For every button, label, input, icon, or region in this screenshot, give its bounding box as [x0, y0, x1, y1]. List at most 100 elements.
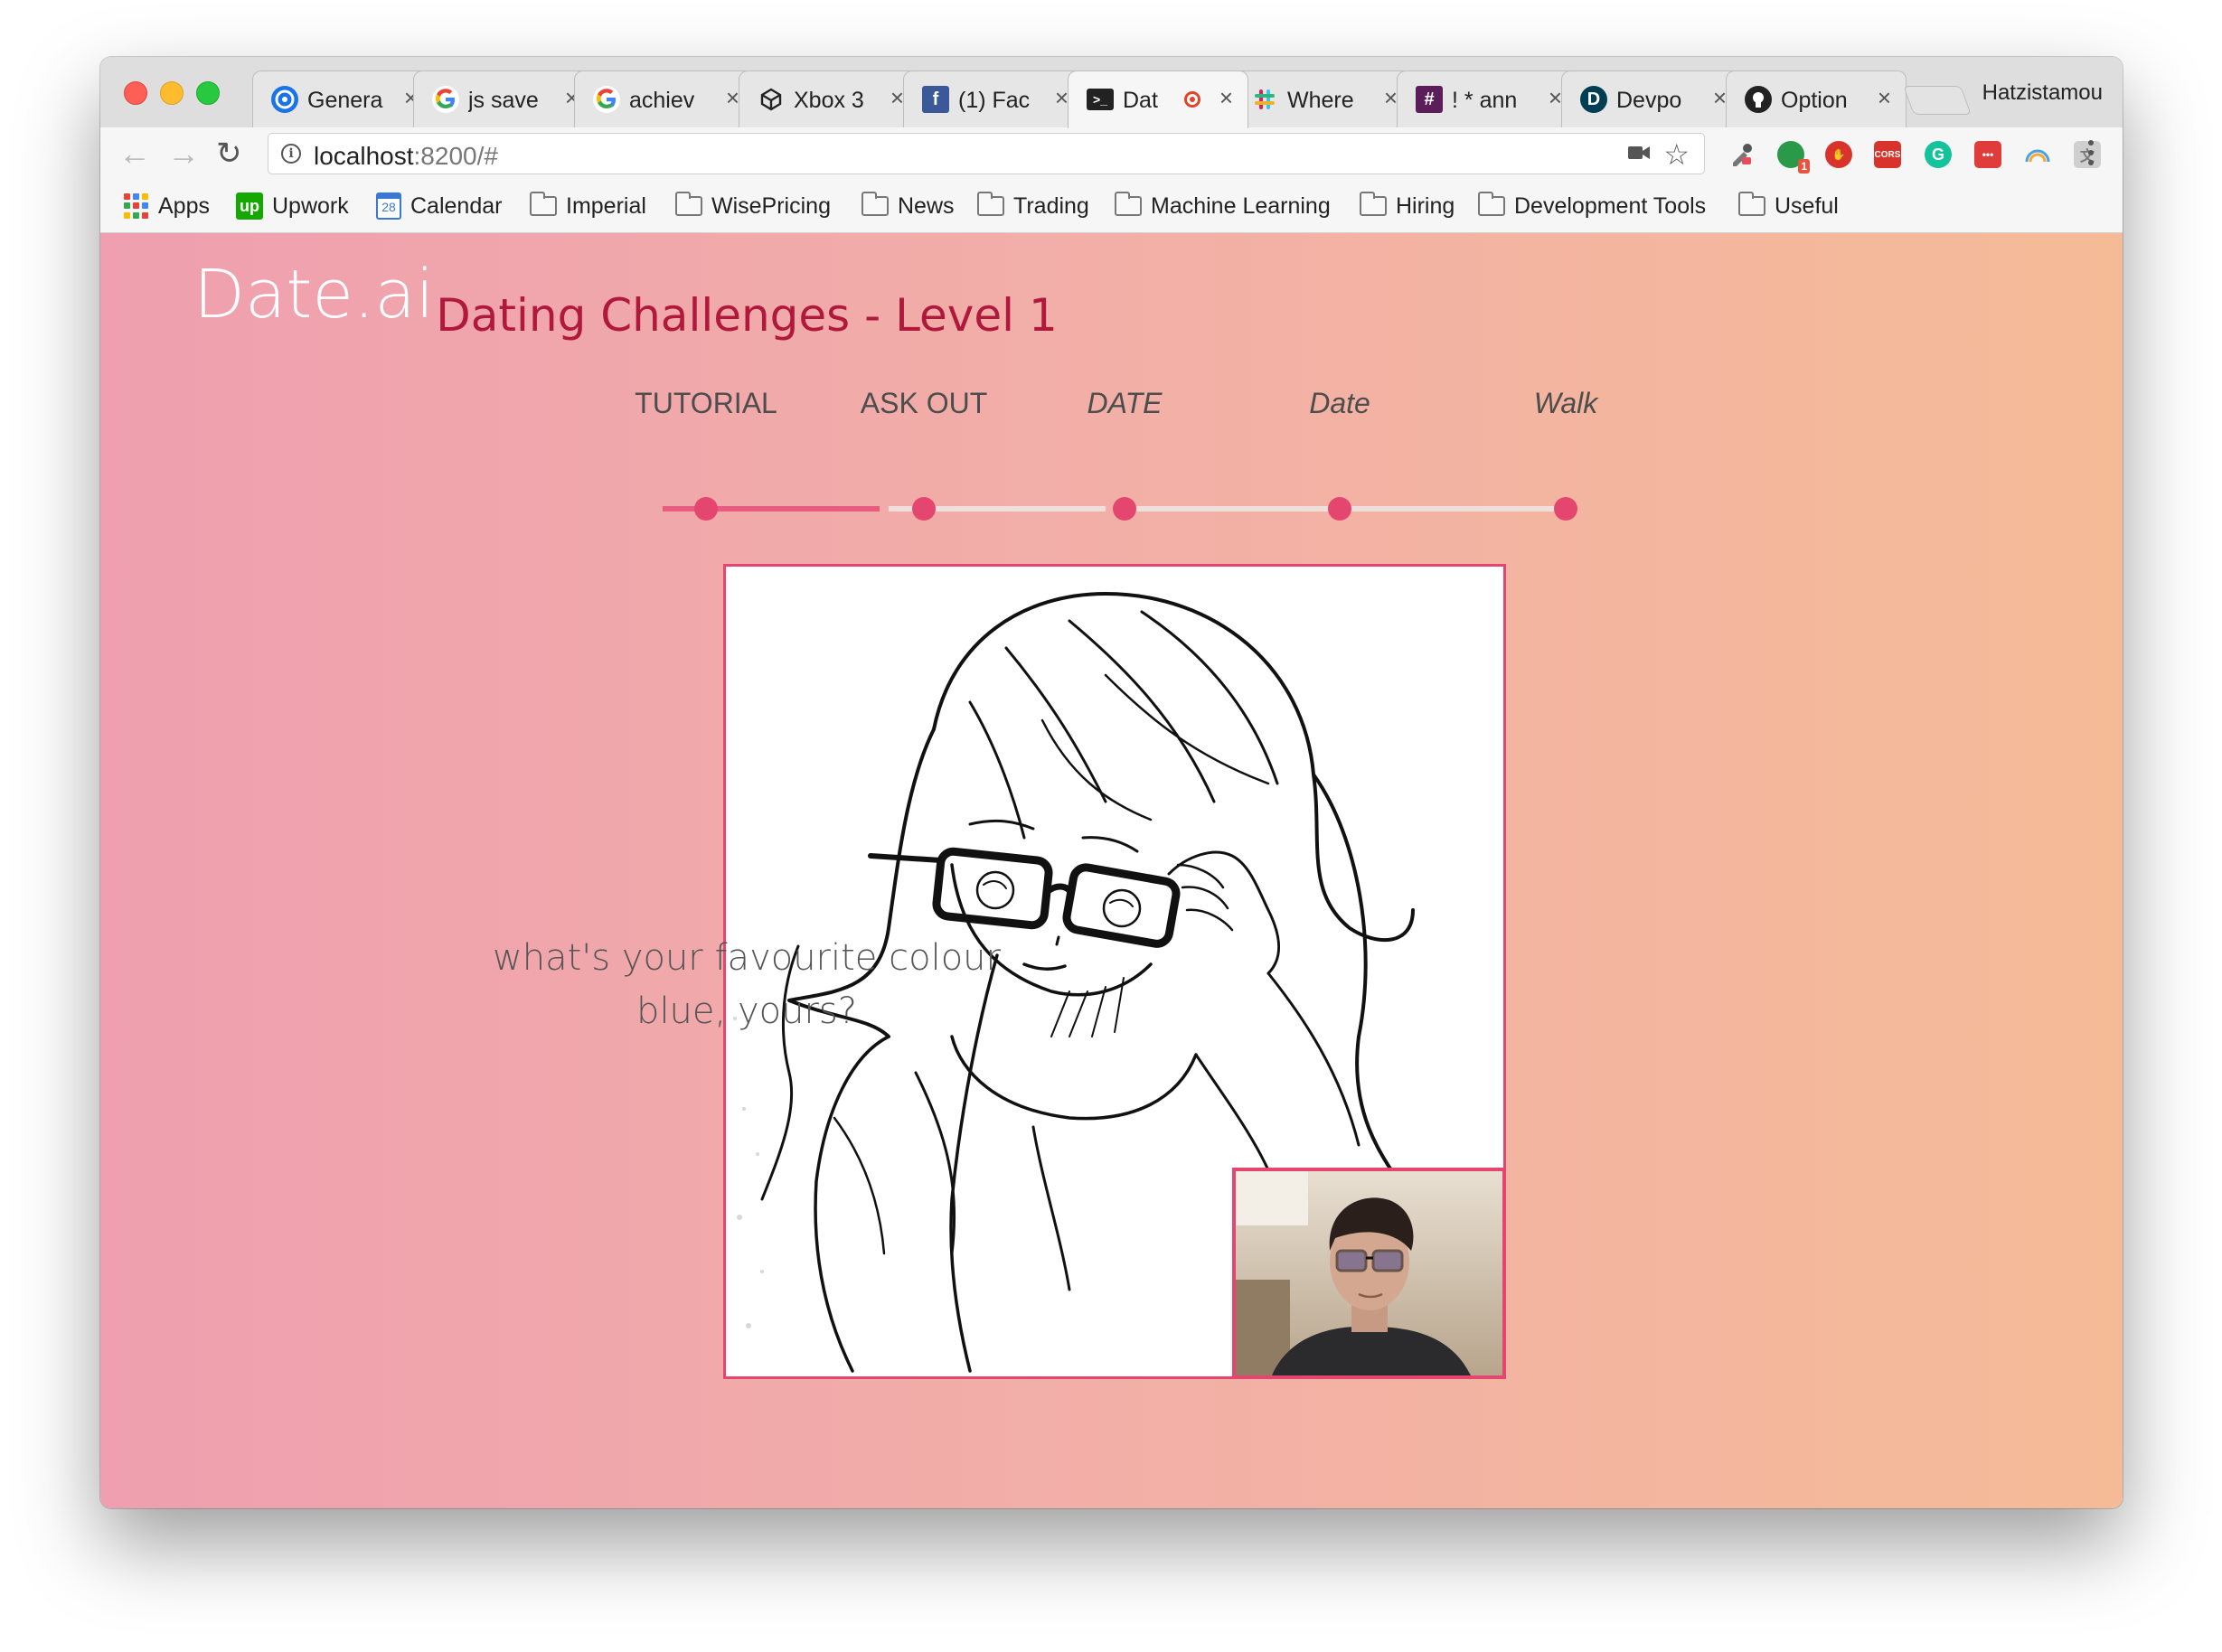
step-label-tutorial[interactable]: TUTORIAL: [635, 387, 777, 420]
bookmark-label: Hiring: [1396, 192, 1455, 219]
tab-strip: Genera × js save × achiev × Xbox 3 × f (…: [100, 57, 2123, 128]
step-label-date-2[interactable]: Date: [1309, 387, 1370, 420]
reload-icon[interactable]: ↻: [216, 136, 242, 171]
bookmark-label: Trading: [1013, 192, 1089, 219]
bookmark-useful[interactable]: Useful: [1738, 192, 1839, 221]
tab-facebook[interactable]: f (1) Fac ×: [903, 70, 1084, 127]
bookmark-star-icon[interactable]: ☆: [1663, 137, 1690, 172]
folder-icon: [1738, 192, 1765, 216]
target-icon: [271, 86, 298, 113]
bookmark-label: Calendar: [410, 192, 503, 219]
tab-date-ai[interactable]: >_ Dat ×: [1068, 70, 1248, 128]
tab-close-icon[interactable]: ×: [1549, 84, 1562, 111]
tab-close-icon[interactable]: ×: [1713, 84, 1727, 111]
extension-badge: 1: [1798, 159, 1810, 174]
tab-title: js save: [468, 88, 539, 113]
bookmark-upwork[interactable]: up Upwork: [236, 192, 349, 221]
minimize-window-button[interactable]: [160, 81, 184, 105]
folder-icon: [675, 192, 702, 216]
url-text[interactable]: localhost:8200/#: [314, 142, 498, 171]
tab-title: Xbox 3: [794, 88, 864, 113]
grammarly-icon[interactable]: G: [1925, 141, 1952, 168]
devpost-icon: D: [1580, 86, 1607, 113]
chat-question: what's your favourite colour: [493, 937, 1001, 979]
slack-icon: [1251, 86, 1278, 113]
bookmark-calendar[interactable]: 28 Calendar: [376, 192, 502, 221]
tab-title: (1) Fac: [958, 88, 1031, 113]
red-extension-icon[interactable]: •••: [1974, 141, 2001, 168]
folder-icon: [861, 192, 889, 216]
tab-general[interactable]: Genera ×: [252, 70, 433, 127]
tab-close-icon[interactable]: ×: [1384, 84, 1398, 111]
step-dot-date-2[interactable]: [1328, 497, 1351, 521]
tab-title: Genera: [307, 88, 383, 113]
tab-announcements[interactable]: # ! * ann ×: [1397, 70, 1577, 127]
folder-icon: [530, 192, 557, 216]
step-dot-walk[interactable]: [1554, 497, 1577, 521]
chat-answer: blue, yours?: [636, 990, 857, 1032]
tab-slack[interactable]: Where ×: [1232, 70, 1413, 127]
rainbow-icon[interactable]: [2024, 141, 2051, 168]
progress-stepper: TUTORIAL ASK OUT DATE Date Walk: [100, 233, 2123, 521]
tab-title: achiev: [629, 88, 695, 113]
bookmark-trading[interactable]: Trading: [977, 192, 1089, 221]
zoom-window-button[interactable]: [196, 81, 220, 105]
tab-close-icon[interactable]: ×: [1055, 84, 1069, 111]
eyedropper-icon[interactable]: [1728, 141, 1755, 168]
translate-icon[interactable]: 文: [2074, 141, 2101, 168]
tab-close-icon[interactable]: ×: [1219, 84, 1233, 111]
back-arrow-icon[interactable]: ←: [118, 136, 151, 171]
facebook-icon: f: [922, 86, 949, 113]
tab-title: Dat: [1123, 88, 1158, 113]
forward-arrow-icon[interactable]: →: [167, 136, 200, 171]
terminal-icon: >_: [1087, 89, 1114, 110]
bookmark-news[interactable]: News: [861, 192, 955, 221]
calendar-icon: 28: [376, 192, 401, 220]
camera-icon[interactable]: [1628, 145, 1650, 161]
info-icon[interactable]: i: [281, 144, 301, 164]
step-dot-tutorial[interactable]: [694, 497, 718, 521]
webcam-person-image: [1236, 1171, 1502, 1375]
webcam-preview: [1232, 1168, 1506, 1379]
step-dot-ask-out[interactable]: [912, 497, 936, 521]
tab-github-options[interactable]: Option ×: [1726, 70, 1907, 127]
bookmark-wisepricing[interactable]: WisePricing: [675, 192, 831, 221]
new-tab-button[interactable]: [1903, 86, 1972, 115]
step-label-walk[interactable]: Walk: [1534, 387, 1598, 420]
tab-close-icon[interactable]: ×: [726, 84, 739, 111]
browser-menu-icon[interactable]: [2088, 140, 2094, 170]
tab-devpost[interactable]: D Devpo ×: [1561, 70, 1742, 127]
tab-close-icon[interactable]: ×: [890, 84, 904, 111]
cors-icon[interactable]: CORS: [1874, 141, 1901, 168]
tab-title: Devpo: [1616, 88, 1682, 113]
app-page: Date.ai Dating Challenges - Level 1 TUTO…: [100, 233, 2123, 1508]
step-dot-date[interactable]: [1113, 497, 1136, 521]
profile-name[interactable]: Hatzistamou: [1982, 80, 2103, 106]
bookmark-label: Apps: [158, 192, 210, 219]
tab-achieve[interactable]: achiev ×: [574, 70, 755, 127]
tab-close-icon[interactable]: ×: [1878, 84, 1891, 111]
bookmarks-bar: Apps up Upwork 28 Calendar Imperial Wise…: [100, 180, 2123, 233]
bookmark-development-tools[interactable]: Development Tools: [1478, 192, 1706, 221]
close-window-button[interactable]: [124, 81, 147, 105]
step-label-ask-out[interactable]: ASK OUT: [861, 387, 987, 420]
bookmark-apps[interactable]: Apps: [124, 192, 210, 221]
step-label-date[interactable]: DATE: [1087, 387, 1163, 420]
bookmark-label: Machine Learning: [1151, 192, 1331, 219]
green-extension-icon[interactable]: 1: [1777, 141, 1810, 174]
bookmark-label: Development Tools: [1514, 192, 1707, 219]
browser-toolbar: ← → ↻ i localhost:8200/# ☆ 1 ✋ CORS G ••…: [100, 127, 2123, 180]
bookmark-hiring[interactable]: Hiring: [1360, 192, 1455, 221]
hand-stop-icon[interactable]: ✋: [1825, 141, 1852, 168]
bookmark-label: Imperial: [566, 192, 646, 219]
tab-xbox[interactable]: Xbox 3 ×: [739, 70, 919, 127]
address-bar[interactable]: i localhost:8200/# ☆: [268, 133, 1705, 174]
bookmark-machine-learning[interactable]: Machine Learning: [1115, 192, 1331, 221]
bookmark-imperial[interactable]: Imperial: [530, 192, 646, 221]
bookmark-label: News: [898, 192, 955, 219]
tab-title: Where: [1287, 88, 1354, 113]
tab-title: Option: [1781, 88, 1848, 113]
github-icon: [1745, 86, 1772, 113]
tab-js-save[interactable]: js save ×: [413, 70, 594, 127]
tab-title: ! * ann: [1452, 88, 1518, 113]
